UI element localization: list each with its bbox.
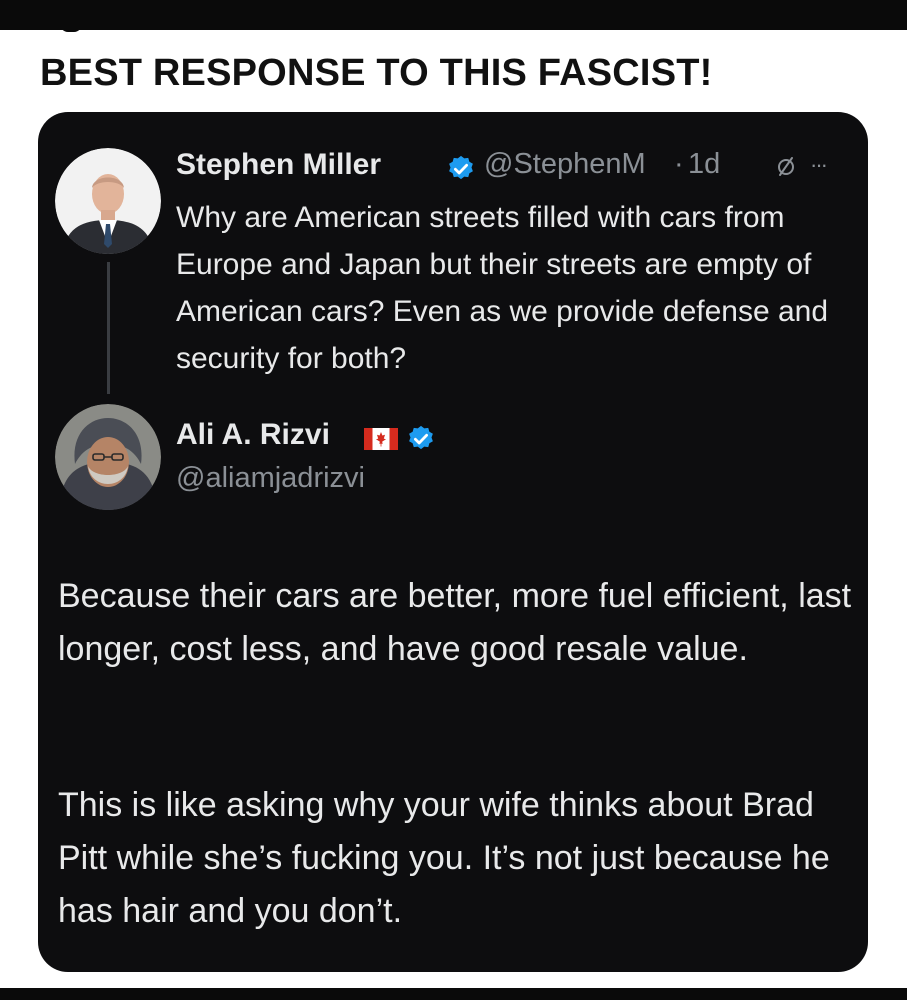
tweet-author-name[interactable]: Stephen Miller: [176, 148, 381, 182]
verified-badge-icon: [409, 425, 433, 450]
reply-paragraph-1: Because their cars are better, more fuel…: [58, 577, 852, 668]
more-icon[interactable]: ···: [810, 152, 828, 178]
avatar-stephen-miller[interactable]: [55, 148, 161, 254]
reply-author-name[interactable]: Ali A. Rizvi: [176, 418, 330, 452]
bottom-edge-bar: [0, 988, 907, 1000]
tweet-card: Stephen Miller @StephenM · 1d ··· Why ar…: [38, 112, 868, 972]
thread-connector-line: [107, 262, 110, 394]
avatar-ali-rizvi[interactable]: [55, 404, 161, 510]
avatar-image: [55, 404, 161, 510]
top-edge-bar: [0, 0, 907, 30]
avatar-image: [55, 148, 161, 254]
verified-badge-icon: [449, 155, 473, 180]
page-headline: BEST RESPONSE TO THIS FASCIST!: [40, 52, 713, 94]
top-edge-fragment: [60, 24, 82, 32]
tweet-body: Why are American streets filled with car…: [176, 201, 829, 375]
tweet-author-handle[interactable]: @StephenM: [484, 148, 646, 181]
slashed-circle-icon[interactable]: [774, 154, 798, 178]
tweet-timestamp[interactable]: 1d: [688, 148, 720, 181]
separator-dot: ·: [674, 148, 684, 180]
reply-author-handle[interactable]: @aliamjadrizvi: [176, 462, 365, 495]
reply-paragraph-2: This is like asking why your wife thinks…: [58, 786, 830, 930]
canada-flag-icon: [364, 428, 398, 450]
